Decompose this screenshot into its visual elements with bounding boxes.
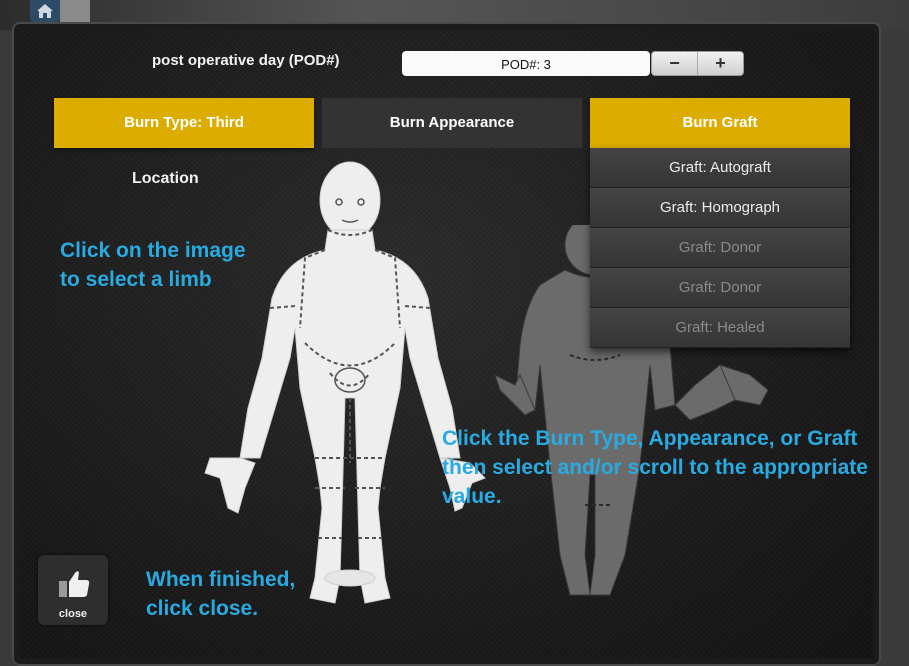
graft-option-autograft[interactable]: Graft: Autograft — [590, 148, 850, 188]
thumbs-up-icon — [59, 571, 90, 597]
instruction-line: then select and/or scroll to the appropr… — [442, 456, 868, 479]
increment-button[interactable]: + — [698, 52, 743, 75]
graft-option-homograph[interactable]: Graft: Homograph — [590, 188, 850, 228]
graft-option-donor: Graft: Donor — [590, 228, 850, 268]
instruction-line: click close. — [146, 597, 259, 620]
decrement-button[interactable]: − — [652, 52, 698, 75]
graft-option-donor-2: Graft: Donor — [590, 268, 850, 308]
tab-burn-type[interactable]: Burn Type: Third — [54, 98, 314, 148]
instruction-line: Click the Burn Type, Appearance, or Graf… — [442, 427, 858, 450]
instruction-finished: When finished, click close. — [146, 565, 295, 623]
graft-dropdown-list: Graft: Autograft Graft: Homograph Graft:… — [590, 148, 850, 348]
background-tile — [60, 0, 90, 22]
tab-burn-appearance[interactable]: Burn Appearance — [322, 98, 582, 148]
pod-stepper[interactable]: − + — [651, 51, 744, 76]
pod-field[interactable]: POD#: 3 — [402, 51, 650, 76]
instruction-select-limb: Click on the image to select a limb — [60, 236, 246, 294]
instruction-line: When finished, — [146, 568, 296, 591]
instruction-line: value. — [442, 485, 502, 508]
location-label: Location — [132, 170, 199, 187]
tab-burn-graft[interactable]: Burn Graft — [590, 98, 850, 148]
body-figure-front[interactable] — [200, 158, 500, 608]
close-button[interactable]: close — [38, 555, 108, 625]
instruction-burn-type: Click the Burn Type, Appearance, or Graf… — [442, 424, 868, 511]
home-icon — [37, 4, 53, 18]
instruction-line: Click on the image — [60, 239, 246, 262]
home-button[interactable] — [30, 0, 60, 22]
instruction-line: to select a limb — [60, 268, 212, 291]
pod-label: post operative day (POD#) — [152, 52, 340, 69]
close-label: close — [58, 608, 88, 620]
graft-option-healed: Graft: Healed — [590, 308, 850, 348]
